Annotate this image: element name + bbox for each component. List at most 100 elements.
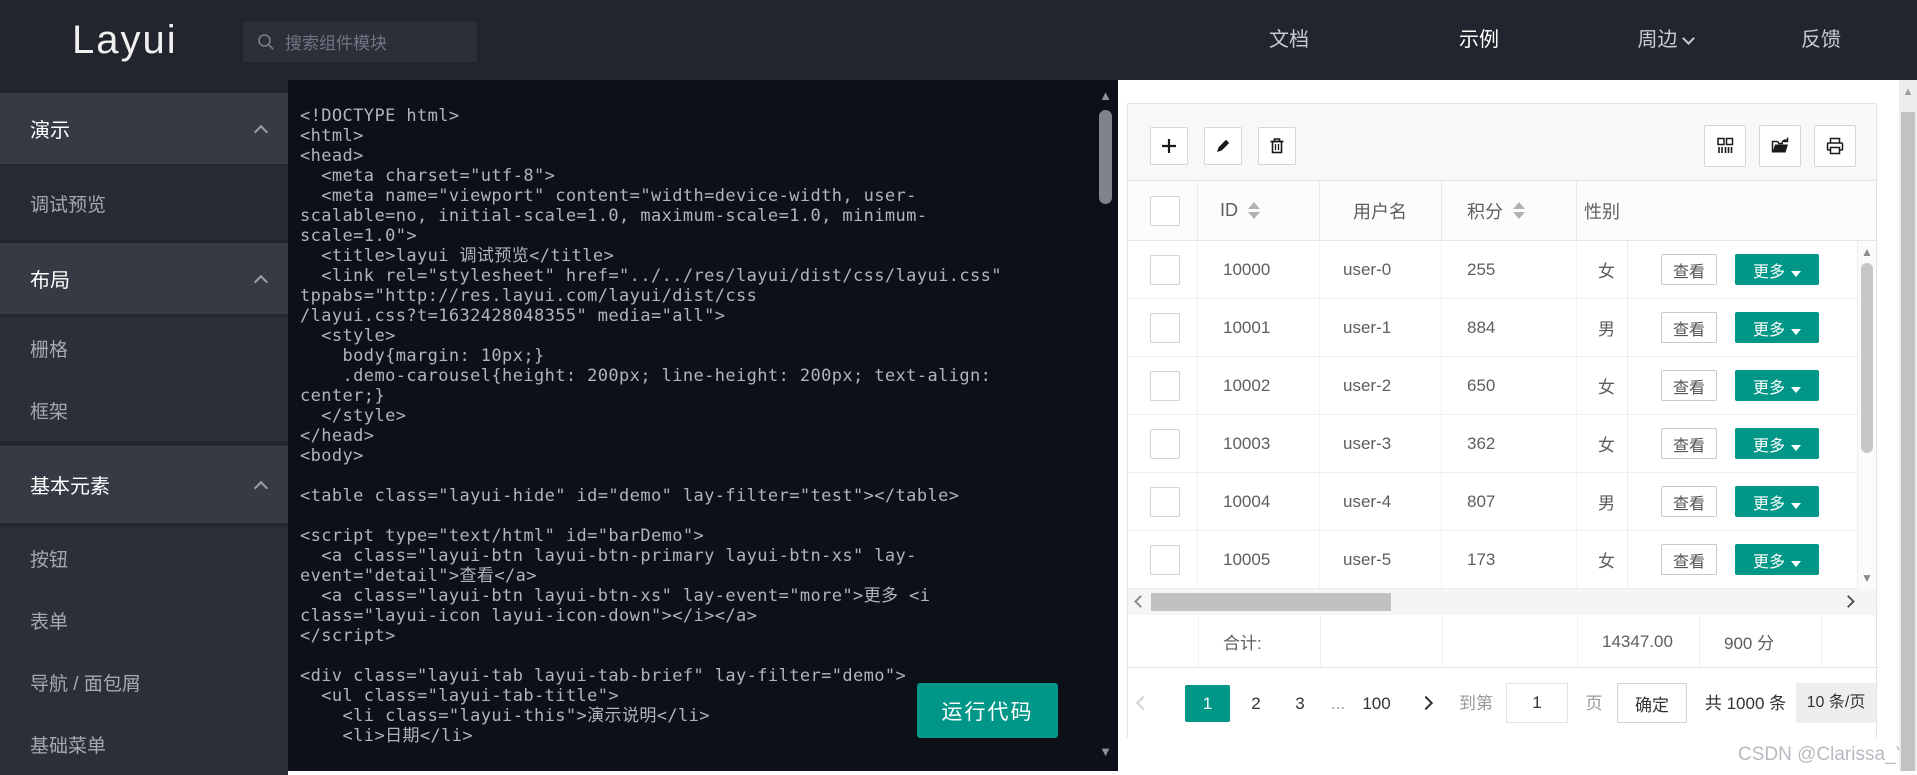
- caret-down-icon: [1791, 386, 1801, 393]
- summary-extra-total: 900 分: [1724, 634, 1775, 653]
- row-checkbox[interactable]: [1150, 312, 1180, 343]
- table-hscrollbar-thumb[interactable]: [1151, 593, 1391, 611]
- cell-score: 807: [1442, 473, 1577, 530]
- row-checkbox[interactable]: [1150, 370, 1180, 401]
- scroll-up-icon[interactable]: ▲: [1858, 245, 1876, 259]
- column-header-id[interactable]: ID: [1198, 181, 1320, 240]
- edit-button[interactable]: [1204, 127, 1242, 165]
- code-content[interactable]: <!DOCTYPE html> <html> <head> <meta char…: [300, 106, 1118, 746]
- more-button[interactable]: 更多: [1735, 254, 1819, 285]
- search-placeholder: 搜索组件模块: [285, 34, 387, 53]
- pencil-icon: [1217, 139, 1230, 152]
- row-checkbox[interactable]: [1150, 254, 1180, 285]
- more-button[interactable]: 更多: [1735, 486, 1819, 517]
- page-next-icon[interactable]: [1418, 695, 1434, 711]
- confirm-button[interactable]: 确定: [1617, 683, 1687, 723]
- cell-id: 10004: [1198, 473, 1320, 530]
- more-button[interactable]: 更多: [1735, 428, 1819, 459]
- nav-item-around[interactable]: 周边: [1598, 0, 1732, 80]
- trash-icon: [1270, 138, 1284, 154]
- row-checkbox[interactable]: [1150, 544, 1180, 575]
- row-checkbox[interactable]: [1150, 486, 1180, 517]
- export-icon: [1771, 137, 1789, 153]
- editor-scrollbar[interactable]: ▲ ▼: [1096, 82, 1115, 771]
- more-button[interactable]: 更多: [1735, 312, 1819, 343]
- nav-item-feedback[interactable]: 反馈: [1754, 0, 1888, 80]
- scroll-down-icon[interactable]: ▼: [1096, 744, 1115, 759]
- export-button[interactable]: [1759, 125, 1801, 167]
- column-header-gender: 性别: [1584, 201, 1620, 222]
- view-button[interactable]: 查看: [1661, 254, 1717, 285]
- sidebar-item-frame[interactable]: 框架: [0, 379, 288, 441]
- view-button[interactable]: 查看: [1661, 370, 1717, 401]
- sort-icon[interactable]: [1248, 202, 1260, 219]
- nav-item-examples[interactable]: 示例: [1412, 0, 1546, 80]
- scroll-left-icon[interactable]: [1134, 595, 1147, 608]
- table-scrollbar-thumb[interactable]: [1861, 263, 1873, 453]
- page-scrollbar-thumb[interactable]: [1901, 112, 1915, 771]
- view-button[interactable]: 查看: [1661, 428, 1717, 459]
- page-button-3[interactable]: 3: [1284, 685, 1316, 722]
- cell-score: 650: [1442, 357, 1577, 414]
- add-button[interactable]: [1150, 127, 1188, 165]
- page-jump-input[interactable]: [1506, 683, 1568, 723]
- select-all-checkbox[interactable]: [1150, 195, 1180, 226]
- caret-down-icon: [1791, 328, 1801, 335]
- cell-username: user-4: [1320, 473, 1442, 530]
- search-input[interactable]: 搜索组件模块: [243, 21, 477, 62]
- sidebar-item-basic-menu[interactable]: 基础菜单: [0, 713, 288, 775]
- scroll-down-icon[interactable]: ▼: [1858, 571, 1876, 585]
- summary-score-total: 14347.00: [1602, 631, 1673, 651]
- run-code-button[interactable]: 运行代码: [917, 683, 1058, 738]
- nav-item-docs[interactable]: 文档: [1222, 0, 1356, 80]
- chevron-down-icon: [1681, 32, 1695, 45]
- print-button[interactable]: [1814, 125, 1856, 167]
- pagination: 1 2 3 ... 100 到第 页 确定 共 1000 条 10 条/页: [1128, 668, 1876, 739]
- cell-id: 10000: [1198, 241, 1320, 298]
- caret-down-icon: [1791, 270, 1801, 277]
- scroll-right-icon[interactable]: [1842, 595, 1855, 608]
- chevron-up-icon: [253, 480, 269, 495]
- caret-down-icon: [1791, 444, 1801, 451]
- chevron-up-icon: [253, 124, 269, 139]
- page-prev-icon[interactable]: [1135, 695, 1151, 711]
- page-size-select[interactable]: 10 条/页: [1796, 683, 1876, 723]
- sidebar-group-demo[interactable]: 演示: [0, 93, 288, 164]
- row-checkbox[interactable]: [1150, 428, 1180, 459]
- sidebar-group-layout[interactable]: 布局: [0, 243, 288, 314]
- view-button[interactable]: 查看: [1661, 486, 1717, 517]
- page-button-100[interactable]: 100: [1354, 685, 1399, 722]
- page-scrollbar[interactable]: ▲: [1899, 80, 1917, 771]
- sidebar-item-nav-breadcrumb[interactable]: 导航 / 面包屑: [0, 651, 288, 713]
- view-button[interactable]: 查看: [1661, 312, 1717, 343]
- column-header-score[interactable]: 积分: [1442, 181, 1577, 240]
- scroll-up-icon[interactable]: ▲: [1096, 88, 1115, 103]
- more-button[interactable]: 更多: [1735, 370, 1819, 401]
- sidebar-item-button[interactable]: 按钮: [0, 527, 288, 589]
- sidebar-item-grid[interactable]: 栅格: [0, 317, 288, 379]
- sidebar-item-debug-preview[interactable]: 调试预览: [0, 166, 288, 240]
- table-toolbar: [1128, 104, 1876, 181]
- editor-scrollbar-thumb[interactable]: [1099, 110, 1112, 204]
- table-scrollbar-horizontal[interactable]: [1128, 589, 1876, 615]
- scroll-up-icon[interactable]: ▲: [1899, 86, 1917, 98]
- more-button[interactable]: 更多: [1735, 544, 1819, 575]
- columns-filter-button[interactable]: [1704, 125, 1746, 167]
- view-button[interactable]: 查看: [1661, 544, 1717, 575]
- code-editor[interactable]: <!DOCTYPE html> <html> <head> <meta char…: [288, 80, 1118, 771]
- sort-icon[interactable]: [1513, 202, 1525, 219]
- cell-gender: 女: [1598, 378, 1615, 397]
- delete-button[interactable]: [1258, 127, 1296, 165]
- page-button-2[interactable]: 2: [1240, 685, 1272, 722]
- chevron-up-icon: [253, 274, 269, 289]
- caret-down-icon: [1791, 502, 1801, 509]
- sidebar-item-form[interactable]: 表单: [0, 589, 288, 651]
- page-button-1[interactable]: 1: [1185, 685, 1230, 722]
- cell-id: 10001: [1198, 299, 1320, 356]
- layui-logo[interactable]: Layui: [72, 0, 178, 80]
- table-scrollbar-vertical[interactable]: ▲ ▼: [1857, 241, 1876, 589]
- row-actions: 查看 更多: [1627, 241, 1857, 299]
- sidebar-group-basic-elements[interactable]: 基本元素: [0, 446, 288, 523]
- cell-score: 173: [1442, 531, 1577, 588]
- caret-down-icon: [1791, 560, 1801, 567]
